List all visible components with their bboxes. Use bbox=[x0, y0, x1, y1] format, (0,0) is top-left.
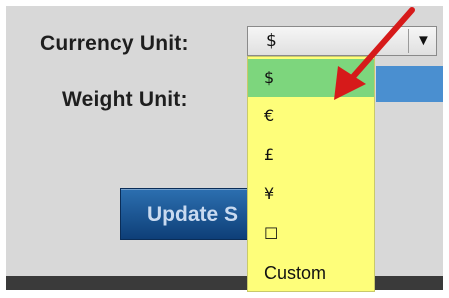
currency-dropdown-list: $ € £ ¥ ☐ Custom bbox=[247, 56, 375, 292]
weight-unit-label: Weight Unit: bbox=[62, 88, 188, 111]
currency-option-custom[interactable]: Custom bbox=[248, 254, 374, 292]
currency-unit-select[interactable]: $ ▼ bbox=[247, 26, 437, 56]
currency-select-value: $ bbox=[266, 31, 277, 51]
currency-unit-label: Currency Unit: bbox=[40, 32, 189, 55]
select-divider bbox=[408, 29, 409, 53]
update-button-label: Update S bbox=[147, 203, 239, 226]
weight-unit-select-partial[interactable] bbox=[376, 66, 443, 102]
currency-option-pound[interactable]: £ bbox=[248, 136, 374, 174]
currency-option-box[interactable]: ☐ bbox=[248, 215, 374, 253]
currency-option-dollar[interactable]: $ bbox=[248, 59, 374, 97]
currency-option-yen[interactable]: ¥ bbox=[248, 175, 374, 213]
bottom-bar bbox=[6, 276, 443, 290]
currency-option-euro[interactable]: € bbox=[248, 97, 374, 135]
chevron-down-icon[interactable]: ▼ bbox=[416, 32, 431, 49]
